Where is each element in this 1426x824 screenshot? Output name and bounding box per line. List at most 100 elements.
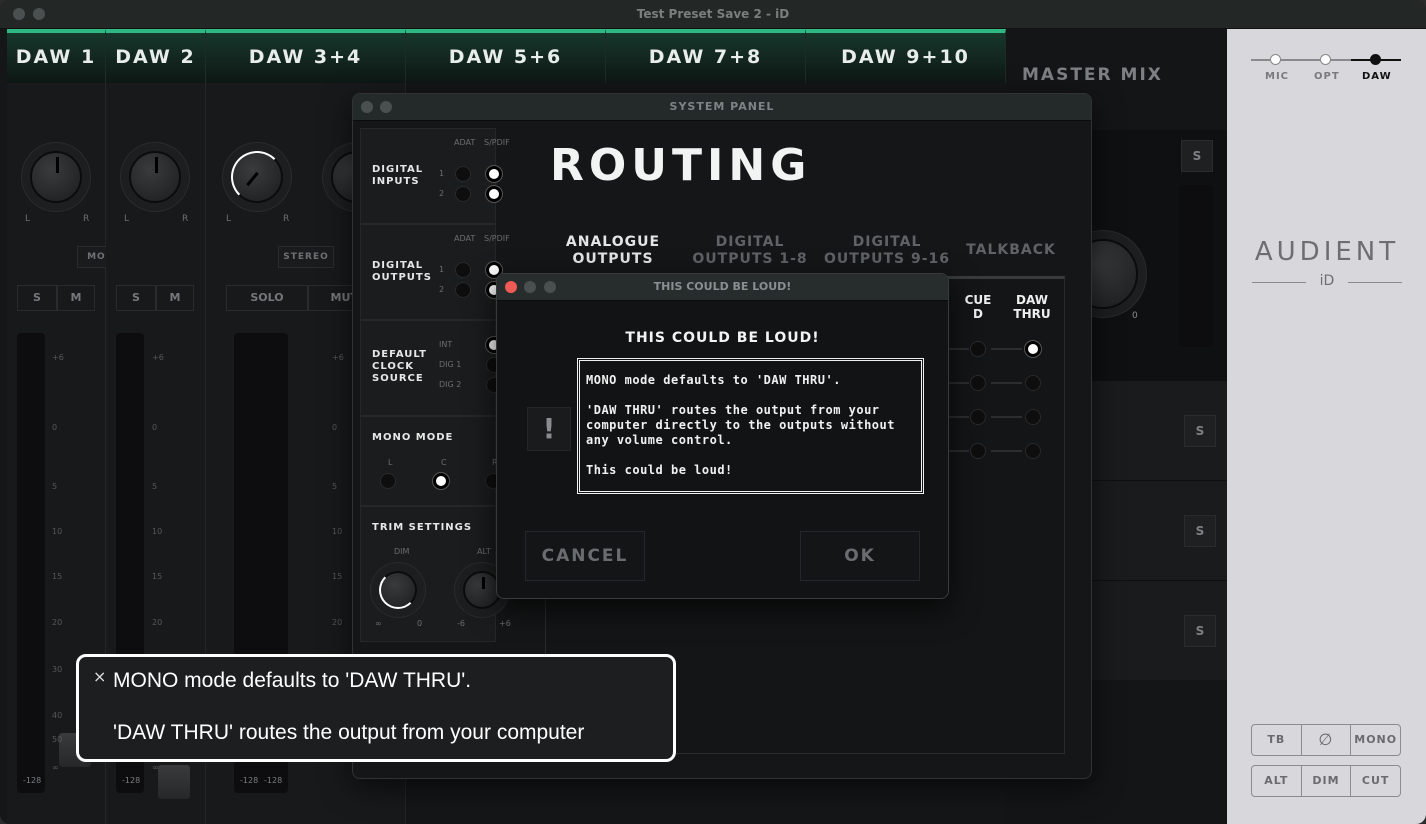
route-radio-daw-thru[interactable] bbox=[1025, 375, 1041, 391]
pan-right-label: R bbox=[83, 214, 90, 224]
tab-digital-outputs-1-8[interactable]: DIGITAL OUTPUTS 1-8 bbox=[691, 234, 809, 268]
device-panel: MIC OPT DAW AUDIENT iD TB ∅ MONO ALT DIM… bbox=[1227, 29, 1426, 824]
meter-scale-label: +6 bbox=[52, 353, 64, 362]
clock-source-section: DEFAULT CLOCK SOURCE INT DIG 1 DIG 2 bbox=[360, 320, 502, 416]
cancel-button[interactable]: CANCEL bbox=[525, 531, 645, 581]
pan-knob[interactable] bbox=[129, 151, 181, 203]
route-radio-daw-thru[interactable] bbox=[1025, 443, 1041, 459]
talkback-button[interactable]: TB bbox=[1252, 725, 1302, 755]
pan-knob[interactable] bbox=[30, 151, 82, 203]
mono-button[interactable]: MONO bbox=[1351, 725, 1400, 755]
source-option-daw[interactable] bbox=[1370, 54, 1381, 65]
channel-header-daw5-6: DAW 5+6 bbox=[406, 29, 606, 83]
radio-spdif-in-1[interactable] bbox=[486, 166, 502, 182]
bus-solo-button[interactable]: S bbox=[1184, 415, 1216, 447]
routing-title: ROUTING bbox=[550, 140, 812, 191]
pan-knob[interactable] bbox=[231, 151, 283, 203]
trim-settings-section: TRIM SETTINGS DIM ALT ∞ 0 -6 +6 bbox=[360, 506, 511, 642]
pan-right-label: R bbox=[182, 214, 189, 224]
meter-scale-label: ∞ bbox=[52, 763, 59, 772]
polarity-button[interactable]: ∅ bbox=[1302, 725, 1352, 755]
radio-adat-in-2[interactable] bbox=[455, 186, 471, 202]
meter-scale-label: 10 bbox=[152, 527, 163, 536]
route-radio-cued[interactable] bbox=[970, 375, 986, 391]
toast-line-1: MONO mode defaults to 'DAW THRU'. bbox=[113, 669, 472, 692]
mute-button[interactable]: M bbox=[156, 285, 194, 311]
channel-header-daw1: DAW 1 bbox=[7, 29, 106, 83]
route-radio-daw-thru[interactable] bbox=[1025, 341, 1041, 357]
solo-button[interactable]: S bbox=[17, 285, 57, 311]
loud-warning-dialog: THIS COULD BE LOUD! THIS COULD BE LOUD! … bbox=[496, 273, 949, 599]
brand-model: iD bbox=[1252, 273, 1402, 289]
source-option-mic[interactable] bbox=[1270, 54, 1281, 65]
ok-button[interactable]: OK bbox=[800, 531, 920, 581]
tab-digital-outputs-9-16[interactable]: DIGITAL OUTPUTS 9-16 bbox=[823, 234, 951, 268]
meter-scale-label: 5 bbox=[332, 482, 338, 491]
message-line-2: 'DAW THRU' routes the output from your c… bbox=[586, 403, 895, 447]
route-radio-cued[interactable] bbox=[970, 409, 986, 425]
radio-adat-out-1[interactable] bbox=[455, 262, 471, 278]
message-line-3: This could be loud! bbox=[586, 463, 733, 477]
radio-adat-in-1[interactable] bbox=[455, 166, 471, 182]
solo-button[interactable]: S bbox=[116, 285, 156, 311]
close-icon[interactable]: × bbox=[93, 667, 106, 686]
channel-header-daw2: DAW 2 bbox=[106, 29, 206, 83]
cut-button[interactable]: CUT bbox=[1351, 766, 1400, 796]
source-option-opt[interactable] bbox=[1320, 54, 1331, 65]
solo-button[interactable]: SOLO bbox=[226, 285, 308, 311]
digital-inputs-section: DIGITAL INPUTS ADAT S/PDIF 1 2 bbox=[360, 128, 510, 224]
meter-scale-label: 15 bbox=[52, 572, 63, 581]
pan-left-label: L bbox=[124, 214, 130, 224]
notification-toast: × MONO mode defaults to 'DAW THRU'. 'DAW… bbox=[76, 654, 676, 762]
column-header-daw-thru: DAW THRU bbox=[1013, 293, 1051, 321]
master-mix-title: MASTER MIX bbox=[1022, 65, 1163, 85]
alt-button[interactable]: ALT bbox=[1252, 766, 1302, 796]
route-radio-daw-thru[interactable] bbox=[1025, 409, 1041, 425]
dim-trim-knob[interactable] bbox=[379, 571, 417, 609]
window-title: Test Preset Save 2 - iD bbox=[636, 7, 790, 21]
route-line bbox=[991, 348, 1022, 350]
tab-analogue-outputs[interactable]: ANALOGUE OUTPUTS bbox=[558, 234, 668, 268]
meter-scale-label: 15 bbox=[152, 572, 163, 581]
bus-solo-button[interactable]: S bbox=[1184, 615, 1216, 647]
system-panel-title: SYSTEM PANEL bbox=[669, 100, 775, 113]
master-meter bbox=[1179, 185, 1213, 347]
radio-adat-out-2[interactable] bbox=[455, 282, 471, 298]
dim-button[interactable]: DIM bbox=[1302, 766, 1352, 796]
bus-solo-button[interactable]: S bbox=[1184, 515, 1216, 547]
meter-scale-label: 0 bbox=[332, 423, 338, 432]
message-line-1: MONO mode defaults to 'DAW THRU'. bbox=[586, 373, 841, 387]
main-window: Test Preset Save 2 - iD DAW 1 DAW 2 DAW … bbox=[0, 0, 1426, 824]
dialog-message: MONO mode defaults to 'DAW THRU'. 'DAW T… bbox=[577, 358, 924, 494]
tab-talkback[interactable]: TALKBACK bbox=[961, 242, 1061, 259]
toast-line-2: 'DAW THRU' routes the output from your c… bbox=[113, 721, 585, 744]
source-label-mic: MIC bbox=[1265, 71, 1290, 82]
mute-button[interactable]: M bbox=[57, 285, 95, 311]
column-header-cued: CUE D bbox=[964, 293, 992, 321]
route-line bbox=[991, 416, 1022, 418]
route-radio-cued[interactable] bbox=[970, 443, 986, 459]
dialog-heading: THIS COULD BE LOUD! bbox=[625, 330, 820, 346]
master-solo-button[interactable]: S bbox=[1181, 140, 1213, 172]
route-radio-cued[interactable] bbox=[970, 341, 986, 357]
radio-spdif-in-2[interactable] bbox=[486, 186, 502, 202]
meter-scale-label: 5 bbox=[152, 482, 158, 491]
meter-scale-label: 0 bbox=[52, 423, 58, 432]
radio-mono-c[interactable] bbox=[433, 473, 449, 489]
monitor-buttons-row1: TB ∅ MONO bbox=[1251, 724, 1401, 756]
mono-stereo-toggle[interactable]: STEREO bbox=[278, 246, 334, 268]
brand-logo: AUDIENT bbox=[1254, 237, 1400, 267]
dialog-window-title: THIS COULD BE LOUD! bbox=[653, 280, 792, 293]
pan-left-label: L bbox=[226, 214, 232, 224]
channel-fader[interactable] bbox=[158, 765, 190, 799]
system-settings-column: DIGITAL INPUTS ADAT S/PDIF 1 2 DIGITAL OUT… bbox=[360, 128, 511, 642]
meter-scale-label: 50 bbox=[52, 735, 63, 744]
source-selector[interactable] bbox=[1251, 54, 1401, 65]
meter-scale-label: 5 bbox=[52, 482, 58, 491]
mono-mode-section: MONO MODE L C R bbox=[360, 416, 501, 506]
radio-mono-l[interactable] bbox=[380, 473, 396, 489]
channel-header-daw9-10: DAW 9+10 bbox=[806, 29, 1006, 83]
route-line bbox=[991, 382, 1022, 384]
source-label-daw: DAW bbox=[1362, 71, 1392, 82]
meter-scale-label: 20 bbox=[152, 618, 163, 627]
